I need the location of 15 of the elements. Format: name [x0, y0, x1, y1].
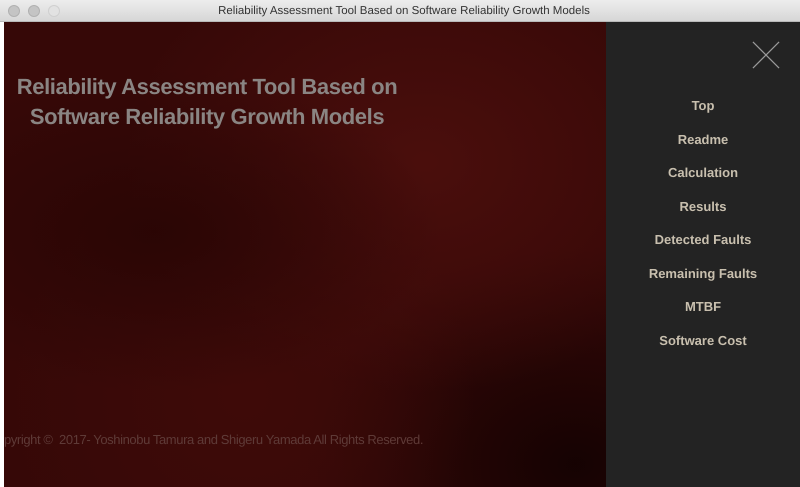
menu-link[interactable]: Remaining Faults [648, 264, 758, 282]
close-icon[interactable] [752, 41, 780, 69]
menu-link[interactable]: Results [680, 196, 726, 216]
menu-link[interactable]: Detected Faults [654, 230, 752, 249]
menu-link[interactable]: Top [692, 96, 714, 115]
menu-link[interactable]: Calculation [668, 163, 738, 182]
page-heading: Reliability Assessment Tool Based on [16, 73, 398, 101]
page-heading: Software Reliability Growth Models [30, 103, 384, 131]
menu-link[interactable]: MTBF [684, 297, 722, 316]
minimize-window-button[interactable] [28, 4, 40, 16]
zoom-window-button[interactable] [48, 4, 60, 16]
menu-link[interactable]: Readme [678, 130, 728, 148]
menu-link[interactable]: Software Cost [659, 330, 747, 350]
close-window-button[interactable] [8, 4, 20, 16]
window-title: Reliability Assessment Tool Based on Software Reliability Growth Models [217, 4, 591, 16]
